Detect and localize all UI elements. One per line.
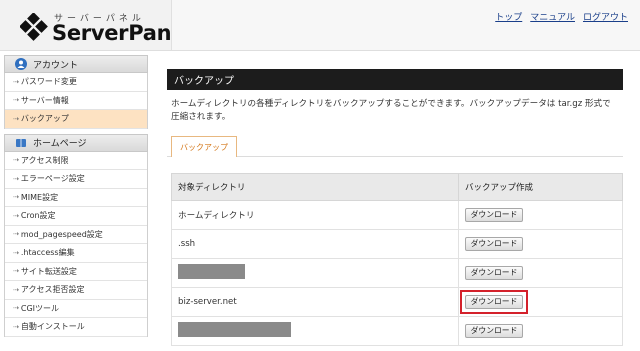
sidebar-section-homepage: ホームページ [4, 133, 148, 152]
directory-cell [171, 258, 459, 288]
chevron-right-icon: ⇢ [13, 267, 19, 276]
tab-bar: バックアップ [167, 136, 623, 157]
homepage-menu: ⇢ アクセス制限 ⇢ エラーページ設定 ⇢ MIME設定 ⇢ Cron設定 ⇢ mod_p… [4, 151, 148, 337]
table-row: ダウンロード [171, 316, 623, 346]
sidebar-item-label: 自動インストール [20, 322, 85, 332]
sidebar-item-server-info[interactable]: ⇢ サーバー情報 [5, 92, 147, 110]
directory-cell [171, 316, 459, 346]
tab-backup[interactable]: バックアップ [171, 136, 237, 157]
account-menu: ⇢ パスワード変更 ⇢ サーバー情報 ⇢ バックアップ [4, 73, 148, 129]
logout-link[interactable]: ログアウト [583, 10, 628, 23]
sidebar-section-title: ホームページ [33, 139, 87, 149]
column-header-directory: 対象ディレクトリ [171, 173, 459, 201]
redacted-directory [178, 264, 245, 279]
sidebar-item-label: .htaccess編集 [20, 248, 75, 258]
sidebar-item-access-restriction[interactable]: ⇢ アクセス制限 [5, 152, 147, 170]
directory-cell: biz-server.net [171, 287, 459, 317]
sidebar-item-backup[interactable]: ⇢ バックアップ [5, 110, 147, 129]
table-row: ホームディレクトリ ダウンロード [171, 200, 623, 230]
table-header-row: 対象ディレクトリ バックアップ作成 [171, 173, 623, 201]
top-link[interactable]: トップ [495, 10, 522, 23]
chevron-right-icon: ⇢ [13, 248, 19, 257]
chevron-right-icon: ⇢ [13, 114, 19, 123]
sidebar-item-mime[interactable]: ⇢ MIME設定 [5, 189, 147, 207]
directory-cell: .ssh [171, 229, 459, 259]
table-row: ダウンロード [171, 258, 623, 288]
sidebar-item-label: バックアップ [20, 114, 69, 124]
chevron-right-icon: ⇢ [13, 230, 19, 239]
backup-table: 対象ディレクトリ バックアップ作成 ホームディレクトリ ダウンロード .ssh … [171, 173, 623, 346]
chevron-right-icon: ⇢ [13, 96, 19, 105]
sidebar-item-label: MIME設定 [20, 192, 59, 202]
page-description: ホームディレクトリの各種ディレクトリをバックアップすることができます。バックアッ… [171, 99, 611, 122]
chevron-right-icon: ⇢ [13, 285, 19, 294]
directory-cell: ホームディレクトリ [171, 200, 459, 230]
header: サーバーパネル ServerPanel トップ マニュアル ログアウト [0, 0, 640, 50]
download-button[interactable]: ダウンロード [465, 324, 523, 338]
user-icon [15, 58, 27, 70]
download-button[interactable]: ダウンロード [465, 237, 523, 251]
chevron-right-icon: ⇢ [13, 156, 19, 165]
header-divider [0, 50, 640, 51]
manual-link[interactable]: マニュアル [530, 10, 575, 23]
sidebar-item-label: CGIツール [20, 303, 60, 313]
sidebar-item-htaccess[interactable]: ⇢ .htaccess編集 [5, 244, 147, 263]
sidebar-item-label: アクセス制限 [20, 155, 69, 165]
logo[interactable]: サーバーパネル ServerPanel [0, 0, 192, 50]
sidebar-item-site-redirect[interactable]: ⇢ サイト転送設定 [5, 263, 147, 281]
sidebar: アカウント ⇢ パスワード変更 ⇢ サーバー情報 ⇢ バックアップ ホームページ ⇢ ア… [4, 55, 148, 351]
column-header-create: バックアップ作成 [458, 173, 623, 201]
table-row: biz-server.net ダウンロード [171, 287, 623, 317]
sidebar-item-cron[interactable]: ⇢ Cron設定 [5, 207, 147, 226]
sidebar-item-label: サイト転送設定 [20, 266, 77, 276]
download-button[interactable]: ダウンロード [465, 208, 523, 222]
chevron-right-icon: ⇢ [13, 211, 19, 220]
download-button[interactable]: ダウンロード [465, 266, 523, 280]
sidebar-item-cgi-tools[interactable]: ⇢ CGIツール [5, 300, 147, 318]
book-icon [15, 137, 27, 149]
chevron-right-icon: ⇢ [13, 193, 19, 202]
action-cell: ダウンロード [458, 229, 623, 259]
main-content: バックアップ ホームディレクトリの各種ディレクトリをバックアップすることができま… [167, 69, 623, 346]
header-links: トップ マニュアル ログアウト [495, 10, 628, 23]
sidebar-item-label: Cron設定 [20, 211, 56, 221]
chevron-right-icon: ⇢ [13, 322, 19, 331]
sidebar-item-password[interactable]: ⇢ パスワード変更 [5, 73, 147, 92]
table-row: .ssh ダウンロード [171, 229, 623, 259]
highlight-box: ダウンロード [460, 290, 528, 314]
sidebar-item-error-page[interactable]: ⇢ エラーページ設定 [5, 170, 147, 189]
sidebar-section-title: アカウント [33, 60, 79, 71]
logo-diamond-icon [20, 13, 48, 41]
sidebar-section-account: アカウント [4, 55, 148, 73]
sidebar-item-label: パスワード変更 [20, 77, 77, 87]
chevron-right-icon: ⇢ [13, 304, 19, 313]
redacted-directory [178, 322, 291, 337]
sidebar-item-auto-install[interactable]: ⇢ 自動インストール [5, 318, 147, 337]
action-cell: ダウンロード [458, 316, 623, 346]
chevron-right-icon: ⇢ [13, 174, 19, 183]
action-cell: ダウンロード [458, 200, 623, 230]
page-title: バックアップ [167, 69, 623, 90]
download-button-highlighted[interactable]: ダウンロード [465, 295, 523, 309]
action-cell: ダウンロード [458, 287, 623, 317]
sidebar-item-mod-pagespeed[interactable]: ⇢ mod_pagespeed設定 [5, 226, 147, 244]
header-strip: トップ マニュアル ログアウト [172, 0, 640, 50]
sidebar-item-label: エラーページ設定 [20, 174, 85, 184]
sidebar-item-label: mod_pagespeed設定 [20, 229, 103, 239]
sidebar-item-access-deny[interactable]: ⇢ アクセス拒否設定 [5, 281, 147, 300]
sidebar-item-label: アクセス拒否設定 [20, 285, 85, 295]
sidebar-item-label: サーバー情報 [20, 95, 69, 105]
action-cell: ダウンロード [458, 258, 623, 288]
chevron-right-icon: ⇢ [13, 77, 19, 86]
